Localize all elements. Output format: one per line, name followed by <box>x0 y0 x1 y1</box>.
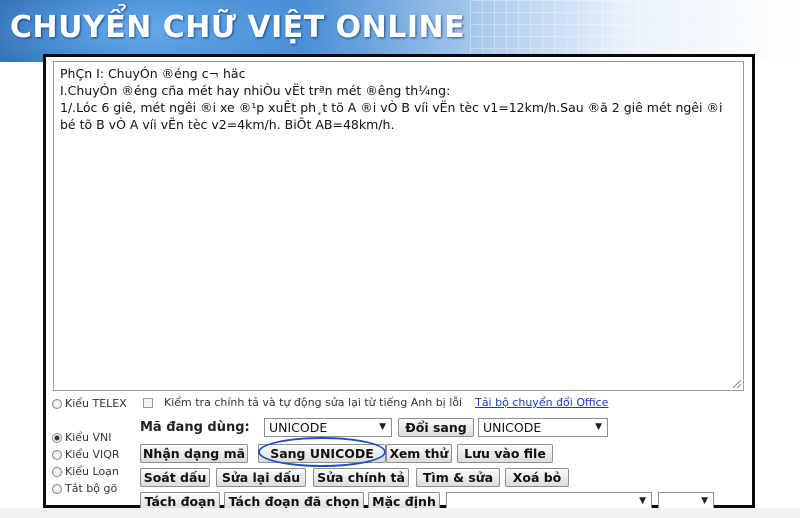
radio-telex-label: Kiểu TELEX <box>65 397 127 410</box>
find-replace-button[interactable]: Tìm & sửa <box>416 468 500 487</box>
save-file-button[interactable]: Lưu vào file <box>457 444 553 463</box>
radio-off-icon[interactable] <box>52 483 62 494</box>
spellcheck-option[interactable]: Kiểm tra chính tả và tự động sửa lại từ … <box>143 396 608 409</box>
radio-viqr-label: Kiểu VIQR <box>65 448 120 461</box>
editor-line-2: I.ChuyÓn ®éng cña mét hay nhiÒu vËt trªn… <box>60 83 451 98</box>
controls-area: Kiểu TELEX Kiểm tra chính tả và tự động … <box>46 393 752 511</box>
converter-panel: PhÇn I: ChuyÓn ®éng c¬ häc I.ChuyÓn ®éng… <box>43 54 755 511</box>
chevron-down-icon: ▼ <box>595 422 602 432</box>
source-encoding-value: UNICODE <box>269 420 328 435</box>
check-accents-button[interactable]: Soát dấu <box>140 468 210 487</box>
fix-accents-button[interactable]: Sửa lại dấu <box>216 468 306 487</box>
target-encoding-select[interactable]: UNICODE ▼ <box>478 418 608 437</box>
radio-viqr-icon[interactable] <box>52 449 62 460</box>
detect-encoding-button[interactable]: Nhận dạng mã <box>140 444 248 463</box>
delete-button[interactable]: Xoá bỏ <box>505 468 569 487</box>
encoding-label: Mã đang dùng: <box>140 420 250 435</box>
page-footer-strip <box>0 508 800 518</box>
radio-off-label: Tắt bộ gõ <box>65 482 118 495</box>
spellcheck-label: Kiểm tra chính tả và tự động sửa lại từ … <box>164 396 463 409</box>
banner-grid-pattern <box>470 0 800 62</box>
editor-line-1: PhÇn I: ChuyÓn ®éng c¬ häc <box>60 66 246 81</box>
source-encoding-select[interactable]: UNICODE ▼ <box>264 418 392 437</box>
radio-loan[interactable]: Kiểu Loạn <box>52 465 119 478</box>
radio-viqr[interactable]: Kiểu VIQR <box>52 448 120 461</box>
spellcheck-checkbox[interactable] <box>143 397 153 408</box>
radio-off[interactable]: Tắt bộ gõ <box>52 482 117 495</box>
radio-vni-label: Kiểu VNI <box>65 431 112 444</box>
radio-telex-icon[interactable] <box>52 398 62 409</box>
chevron-down-icon: ▼ <box>639 496 646 506</box>
fix-spelling-button[interactable]: Sửa chính tả <box>313 468 409 487</box>
office-link[interactable]: Tải bộ chuyển đổi Office <box>475 396 608 409</box>
header-banner: CHUYỂN CHỮ VIỆT ONLINE <box>0 0 800 62</box>
radio-telex[interactable]: Kiểu TELEX <box>52 397 127 410</box>
radio-loan-icon[interactable] <box>52 466 62 477</box>
text-editor[interactable]: PhÇn I: ChuyÓn ®éng c¬ häc I.ChuyÓn ®éng… <box>53 61 744 391</box>
convert-button[interactable]: Đổi sang <box>398 418 474 437</box>
chevron-down-icon: ▼ <box>701 496 708 506</box>
chevron-down-icon: ▼ <box>379 422 386 432</box>
radio-loan-label: Kiểu Loạn <box>65 465 119 478</box>
app-title: CHUYỂN CHỮ VIỆT ONLINE <box>10 10 466 45</box>
radio-vni[interactable]: Kiểu VNI <box>52 431 112 444</box>
preview-button[interactable]: Xem thử <box>386 444 452 463</box>
resize-handle[interactable] <box>733 380 741 388</box>
radio-vni-icon[interactable] <box>52 432 62 443</box>
target-encoding-value: UNICODE <box>483 420 542 435</box>
editor-line-3: 1/.Lóc 6 giê, mét ng­êi ®i xe ®¹p xuÊt p… <box>60 100 723 132</box>
to-unicode-button[interactable]: Sang UNICODE <box>258 444 386 463</box>
